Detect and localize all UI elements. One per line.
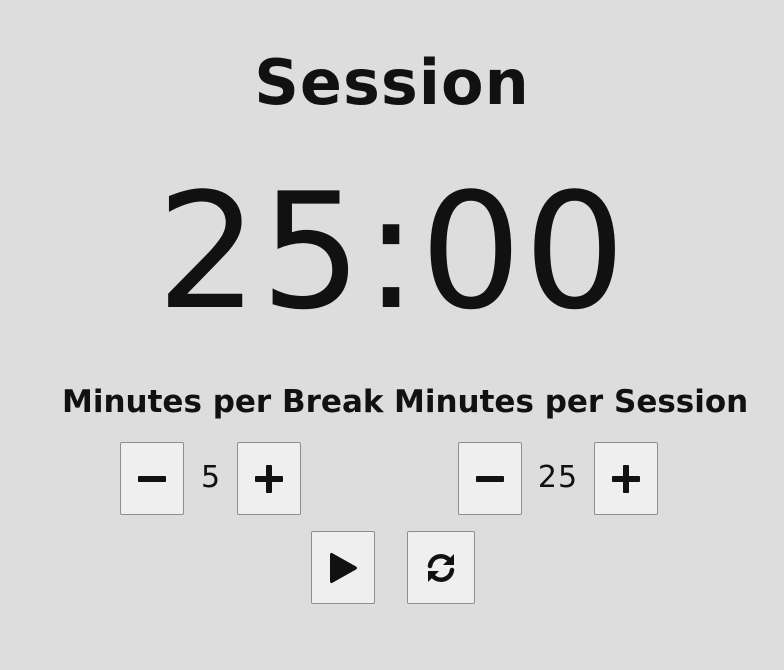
minus-icon <box>138 475 166 482</box>
minus-icon <box>476 475 504 482</box>
break-increment-button[interactable] <box>237 442 301 515</box>
play-icon <box>330 552 357 583</box>
start-button[interactable] <box>311 531 375 604</box>
session-decrement-button[interactable] <box>458 442 522 515</box>
timer-display: 25:00 <box>156 158 628 345</box>
break-decrement-button[interactable] <box>120 442 184 515</box>
plus-icon <box>612 464 640 493</box>
refresh-icon <box>427 553 455 582</box>
session-length-label: Minutes per Session <box>394 384 749 420</box>
mode-title: Session <box>254 46 530 119</box>
session-increment-button[interactable] <box>594 442 658 515</box>
reset-button[interactable] <box>407 531 475 604</box>
break-length-label: Minutes per Break <box>62 384 384 420</box>
plus-icon <box>255 464 283 493</box>
break-length-value: 5 <box>200 460 222 495</box>
session-length-value: 25 <box>537 460 579 495</box>
